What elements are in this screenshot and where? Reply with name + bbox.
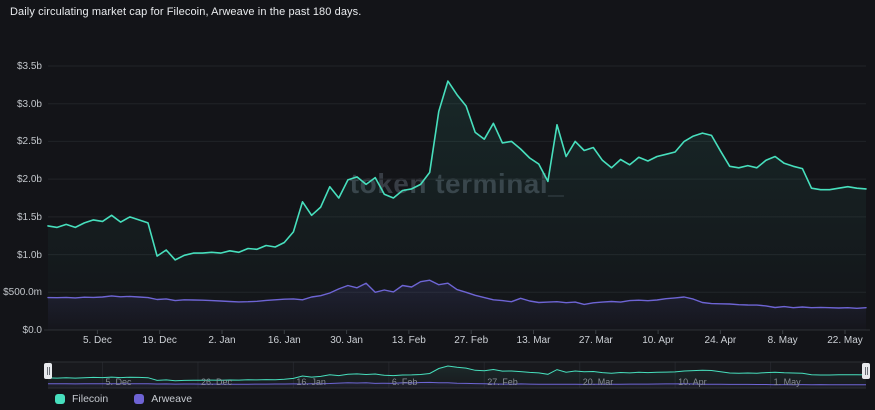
x-axis-ticks bbox=[97, 330, 845, 334]
filecoin-swatch-icon bbox=[55, 394, 65, 404]
x-axis-label: 13. Feb bbox=[379, 335, 439, 346]
legend-label-arweave: Arweave bbox=[151, 393, 192, 405]
y-axis-label: $2.5b bbox=[0, 136, 42, 147]
navigator-label: 6. Feb bbox=[392, 377, 418, 387]
main-chart[interactable] bbox=[0, 0, 875, 410]
x-axis-label: 24. Apr bbox=[690, 335, 750, 346]
x-axis-label: 27. Mar bbox=[566, 335, 626, 346]
navigator-label: 5. Dec bbox=[106, 377, 132, 387]
x-axis-label: 16. Jan bbox=[254, 335, 314, 346]
navigator-right-handle[interactable] bbox=[862, 363, 870, 379]
navigator-label: 10. Apr bbox=[678, 377, 707, 387]
x-axis-label: 22. May bbox=[815, 335, 875, 346]
navigator-label: 26. Dec bbox=[201, 377, 232, 387]
y-axis-label: $500.0m bbox=[0, 287, 42, 298]
plot-area[interactable] bbox=[48, 54, 866, 330]
x-axis-label: 27. Feb bbox=[441, 335, 501, 346]
x-axis-label: 8. May bbox=[753, 335, 813, 346]
y-axis-label: $1.5b bbox=[0, 212, 42, 223]
legend: Filecoin Arweave bbox=[55, 393, 192, 405]
y-axis-label: $3.5b bbox=[0, 61, 42, 72]
legend-label-filecoin: Filecoin bbox=[72, 393, 108, 405]
x-axis-label: 13. Mar bbox=[504, 335, 564, 346]
legend-item-filecoin[interactable]: Filecoin bbox=[55, 393, 108, 405]
navigator-label: 1. May bbox=[774, 377, 801, 387]
x-axis-label: 2. Jan bbox=[192, 335, 252, 346]
legend-item-arweave[interactable]: Arweave bbox=[134, 393, 192, 405]
arweave-swatch-icon bbox=[134, 394, 144, 404]
navigator-track[interactable] bbox=[48, 362, 866, 388]
navigator-label: 20. Mar bbox=[583, 377, 614, 387]
y-axis-label: $2.0b bbox=[0, 174, 42, 185]
navigator-label: 16. Jan bbox=[296, 377, 326, 387]
navigator-left-handle[interactable] bbox=[44, 363, 52, 379]
x-axis-label: 19. Dec bbox=[130, 335, 190, 346]
y-axis-label: $0.0 bbox=[0, 325, 42, 336]
x-axis-label: 5. Dec bbox=[67, 335, 127, 346]
y-axis-label: $3.0b bbox=[0, 99, 42, 110]
navigator-label: 27. Feb bbox=[487, 377, 518, 387]
x-axis-label: 10. Apr bbox=[628, 335, 688, 346]
chart-title: Daily circulating market cap for Filecoi… bbox=[10, 6, 361, 18]
y-axis-label: $1.0b bbox=[0, 250, 42, 261]
x-axis-label: 30. Jan bbox=[317, 335, 377, 346]
